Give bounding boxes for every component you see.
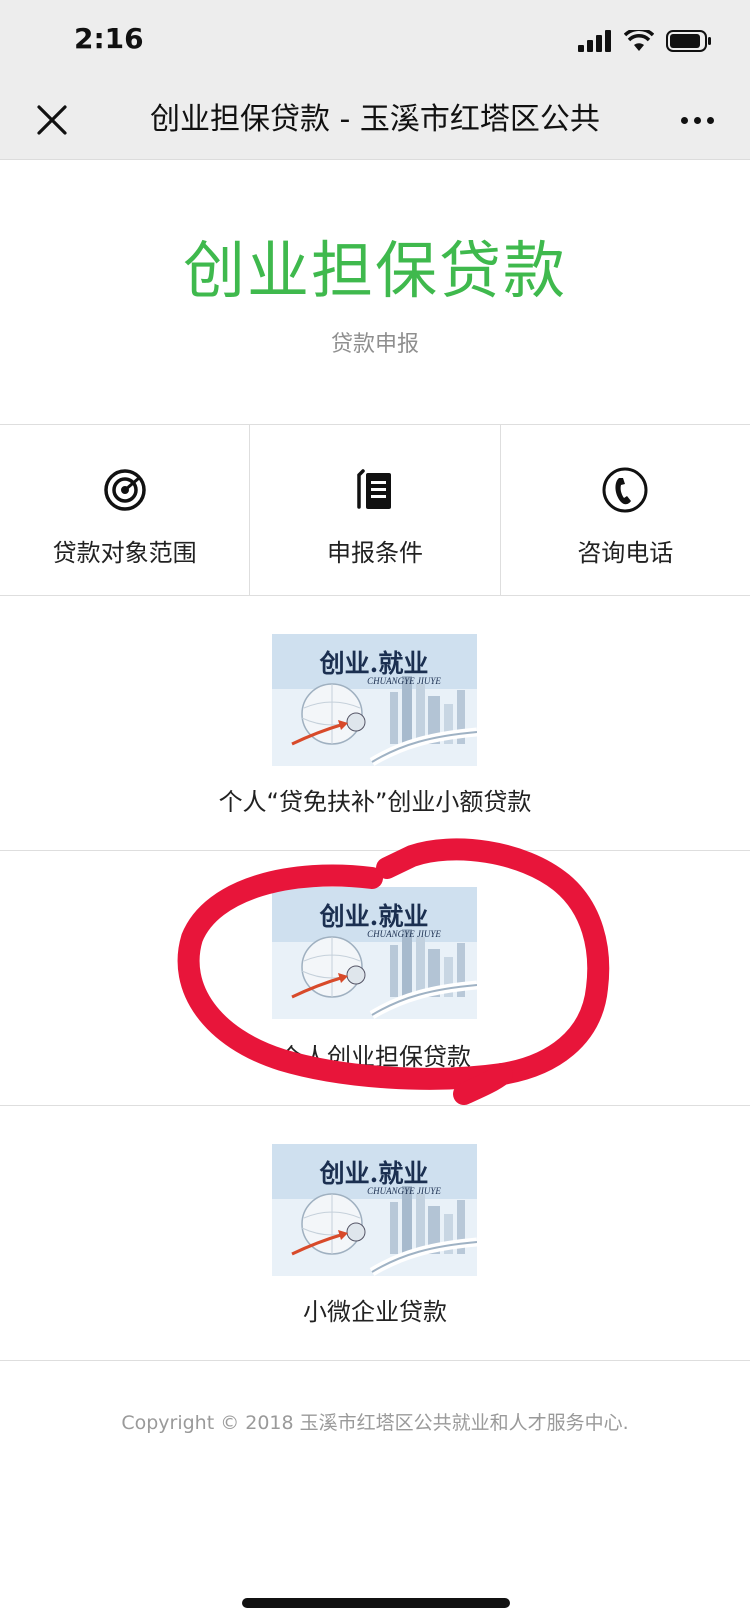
wifi-icon [624, 30, 654, 51]
battery-icon [666, 30, 711, 52]
close-icon [37, 105, 67, 135]
quick-links: 贷款对象范围 申报条件 咨询电话 [0, 424, 750, 596]
phone-icon [600, 465, 650, 515]
quick-link-conditions[interactable]: 申报条件 [250, 425, 501, 595]
loan-card-small-business[interactable]: 创业.就业 CHUANGYE JIUYE 小微企业贷款 [0, 1106, 750, 1361]
loan-banner-image: 创业.就业 CHUANGYE JIUYE [272, 634, 477, 766]
quick-link-label: 贷款对象范围 [52, 539, 197, 567]
more-icon [680, 116, 688, 124]
status-icons [578, 26, 712, 56]
status-time: 2:16 [74, 22, 144, 55]
quick-link-label: 申报条件 [326, 539, 423, 567]
banner-title: 创业.就业 [319, 649, 429, 678]
loan-card-small-startup[interactable]: 创业.就业 CHUANGYE JIUYE 个人“贷免扶补”创业小额贷款 [0, 596, 750, 851]
banner-subtitle: CHUANGYE JIUYE [367, 1186, 441, 1196]
target-icon [100, 465, 150, 515]
loan-banner-image: 创业.就业 CHUANGYE JIUYE [272, 1144, 477, 1276]
footer-copyright: Copyright © 2018 玉溪市红塔区公共就业和人才服务中心. [121, 1412, 629, 1434]
home-indicator[interactable] [242, 1598, 510, 1608]
status-bar: 2:16 [0, 0, 750, 80]
hero-title: 创业担保贷款 [182, 234, 567, 307]
banner-subtitle: CHUANGYE JIUYE [367, 929, 441, 939]
close-button[interactable] [30, 98, 74, 142]
nav-bar: 创业担保贷款 - 玉溪市红塔区公共 [0, 80, 750, 160]
quick-link-label: 咨询电话 [577, 539, 674, 567]
loan-banner-image: 创业.就业 CHUANGYE JIUYE [272, 887, 477, 1019]
page-title: 创业担保贷款 - 玉溪市红塔区公共 [150, 102, 600, 137]
loan-card-label: 个人“贷免扶补”创业小额贷款 [218, 788, 532, 816]
hero-subtitle: 贷款申报 [330, 332, 419, 357]
document-icon [350, 465, 400, 515]
quick-link-phone[interactable]: 咨询电话 [501, 425, 750, 595]
loan-card-personal-guarantee[interactable]: 创业.就业 CHUANGYE JIUYE 个人创业担保贷款 [0, 851, 750, 1106]
quick-link-scope[interactable]: 贷款对象范围 [0, 425, 251, 595]
loan-card-label: 小微企业贷款 [303, 1298, 447, 1326]
banner-title: 创业.就业 [319, 1159, 429, 1188]
banner-title: 创业.就业 [319, 902, 429, 931]
loan-card-label: 个人创业担保贷款 [279, 1043, 471, 1071]
banner-subtitle: CHUANGYE JIUYE [367, 676, 441, 686]
more-button[interactable] [672, 100, 722, 140]
signal-icon [578, 30, 611, 52]
